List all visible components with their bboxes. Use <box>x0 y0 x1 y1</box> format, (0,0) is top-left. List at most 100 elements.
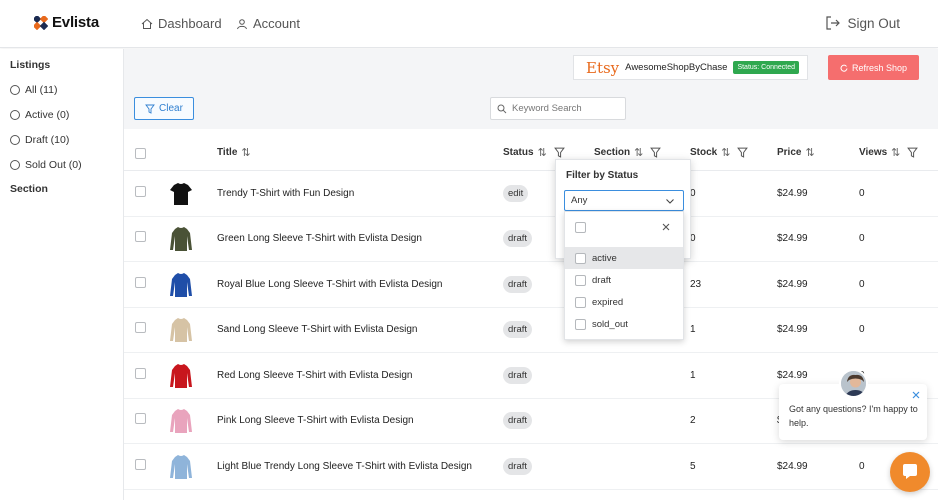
product-thumbnail <box>170 409 192 433</box>
header-label: Price <box>777 147 802 158</box>
radio-icon <box>10 135 20 145</box>
table-row[interactable]: Trendy T-Shirt with Fun Design edit 0 $24.9… <box>124 172 938 217</box>
sidebar-section-heading: Section <box>10 183 48 195</box>
price-value: $24.99 <box>777 233 808 244</box>
price-value: $24.99 <box>777 279 808 290</box>
sidebar-item-sold-out[interactable]: Sold Out (0) <box>10 159 82 171</box>
option-draft[interactable]: draft <box>565 269 683 291</box>
views-value: 0 <box>859 279 865 290</box>
price-value: $24.99 <box>777 324 808 335</box>
sidebar-listings-heading: Listings <box>10 59 51 71</box>
select-value: Any <box>571 195 588 206</box>
option-checkbox[interactable] <box>575 274 586 286</box>
filter-icon[interactable] <box>650 147 662 158</box>
header-label: Section <box>594 147 631 158</box>
header-label: Views <box>859 147 888 158</box>
option-label: active <box>592 252 617 264</box>
etsy-logo: Etsy <box>586 58 620 77</box>
option-sold-out[interactable]: sold_out <box>565 313 683 335</box>
row-checkbox[interactable] <box>135 368 146 379</box>
stock-value: 1 <box>690 370 696 381</box>
brand-name: Evlista <box>52 14 99 31</box>
option-expired[interactable]: expired <box>565 291 683 313</box>
column-header-views[interactable]: Views ⇅ <box>859 146 919 159</box>
sort-icon[interactable]: ⇅ <box>805 146 814 159</box>
status-badge: Status: Connected <box>733 61 800 74</box>
stock-value: 1 <box>690 324 696 335</box>
table-row[interactable]: Sand Long Sleeve T-Shirt with Evlista De… <box>124 308 938 353</box>
filter-icon[interactable] <box>553 147 565 158</box>
sidebar-item-active[interactable]: Active (0) <box>10 109 69 121</box>
chat-launcher-button[interactable] <box>890 452 930 492</box>
sidebar-item-all[interactable]: All (11) <box>10 84 57 96</box>
keyword-search-input[interactable]: Keyword Search <box>490 97 626 120</box>
option-active[interactable]: active <box>565 247 683 269</box>
row-checkbox[interactable] <box>135 413 146 424</box>
status-filter-select[interactable]: Any <box>564 190 684 211</box>
views-value: 0 <box>859 233 865 244</box>
views-value: 0 <box>859 324 865 335</box>
column-header-section[interactable]: Section ⇅ <box>594 146 662 159</box>
price-value: $24.99 <box>777 188 808 199</box>
select-all-checkbox[interactable] <box>135 148 146 159</box>
refresh-shop-label: Refresh Shop <box>851 62 908 73</box>
option-checkbox[interactable] <box>575 318 586 330</box>
table-row[interactable]: Light Blue Trendy Long Sleeve T-Shirt wi… <box>124 445 938 490</box>
table-row[interactable]: Green Long Sleeve T-Shirt with Evlista D… <box>124 217 938 262</box>
close-icon[interactable] <box>661 222 671 232</box>
option-label: draft <box>592 274 612 286</box>
status-badge: draft <box>503 458 533 475</box>
chat-message: Got any questions? I'm happy to help. <box>789 404 918 428</box>
option-checkbox[interactable] <box>575 221 586 233</box>
column-header-title[interactable]: Title ⇅ <box>217 146 251 159</box>
price-value: $24.99 <box>777 370 808 381</box>
chat-icon <box>903 464 917 479</box>
clear-label: Clear <box>159 103 183 114</box>
sort-icon[interactable]: ⇅ <box>891 146 900 159</box>
sidebar-item-label: Sold Out (0) <box>25 159 82 171</box>
views-value: 0 <box>859 461 865 472</box>
sidebar-item-draft[interactable]: Draft (10) <box>10 134 69 146</box>
row-checkbox[interactable] <box>135 186 146 197</box>
refresh-shop-button[interactable]: Refresh Shop <box>828 55 919 80</box>
product-title: Sand Long Sleeve T-Shirt with Evlista De… <box>217 324 418 335</box>
product-title: Green Long Sleeve T-Shirt with Evlista D… <box>217 233 422 244</box>
filter-icon[interactable] <box>907 147 919 158</box>
views-value: 0 <box>859 188 865 199</box>
row-checkbox[interactable] <box>135 231 146 242</box>
stock-value: 5 <box>690 461 696 472</box>
clear-filters-button[interactable]: Clear <box>134 97 194 120</box>
nav-dashboard[interactable]: Dashboard <box>141 16 222 31</box>
sort-icon[interactable]: ⇅ <box>241 146 250 159</box>
nav-dashboard-label: Dashboard <box>158 16 222 31</box>
row-checkbox[interactable] <box>135 322 146 333</box>
option-checkbox[interactable] <box>575 252 586 264</box>
filter-clear-icon <box>145 104 155 114</box>
product-thumbnail <box>170 227 192 251</box>
close-icon[interactable] <box>911 390 921 400</box>
radio-icon <box>10 85 20 95</box>
option-empty[interactable] <box>565 216 683 238</box>
header-label: Status <box>503 147 534 158</box>
product-thumbnail <box>170 364 192 388</box>
sort-icon[interactable]: ⇅ <box>538 146 547 159</box>
search-icon <box>497 104 507 113</box>
option-checkbox[interactable] <box>575 296 586 308</box>
column-header-status[interactable]: Status ⇅ <box>503 146 565 159</box>
filter-icon[interactable] <box>737 147 749 158</box>
nav-account[interactable]: Account <box>236 16 300 31</box>
header-label: Title <box>217 147 238 158</box>
brand-logo[interactable]: Evlista <box>34 14 99 31</box>
home-icon <box>141 18 153 29</box>
sign-out-button[interactable]: Sign Out <box>825 15 900 31</box>
status-badge: draft <box>503 276 533 293</box>
row-checkbox[interactable] <box>135 459 146 470</box>
table-row[interactable]: Royal Blue Long Sleeve T-Shirt with Evli… <box>124 263 938 308</box>
column-header-price[interactable]: Price ⇅ <box>777 146 815 159</box>
status-badge: draft <box>503 367 533 384</box>
sort-icon[interactable]: ⇅ <box>721 146 730 159</box>
column-header-stock[interactable]: Stock ⇅ <box>690 146 749 159</box>
top-navigation: Evlista Dashboard Account Sign Out <box>0 0 938 48</box>
row-checkbox[interactable] <box>135 277 146 288</box>
sort-icon[interactable]: ⇅ <box>634 146 643 159</box>
